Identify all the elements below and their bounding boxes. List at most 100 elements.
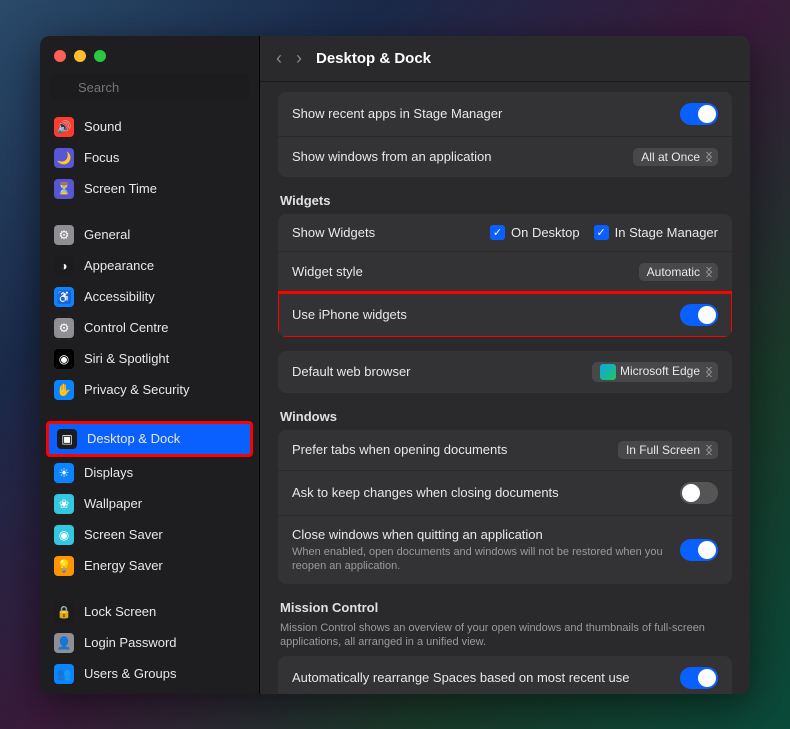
toggle-ask-keep-changes[interactable] (680, 482, 718, 504)
toggle-use-iphone-widgets[interactable] (680, 304, 718, 326)
sidebar-item-label: Screen Saver (84, 527, 163, 542)
sidebar-item-label: Focus (84, 150, 119, 165)
stage-manager-panel: Show recent apps in Stage Manager Show w… (278, 92, 732, 177)
back-button[interactable]: ‹ (276, 48, 282, 69)
sidebar-item-control-centre[interactable]: ⚙ Control Centre (46, 313, 253, 343)
sidebar-item-lock-screen[interactable]: 🔒 Lock Screen (46, 597, 253, 627)
select-prefer-tabs[interactable]: In Full Screen (618, 441, 718, 459)
sidebar-icon: ⚙ (54, 318, 74, 338)
sidebar-icon: 👥 (54, 664, 74, 684)
row-show-widgets: Show Widgets ✓ On Desktop ✓ In Stage Man… (278, 214, 732, 252)
checkbox-in-stage-manager[interactable]: ✓ (594, 225, 609, 240)
sidebar-item-accessibility[interactable]: ♿Accessibility (46, 282, 253, 312)
header: ‹ › Desktop & Dock (260, 36, 750, 82)
section-windows-title: Windows (280, 409, 732, 424)
sidebar-icon: ♿ (54, 287, 74, 307)
label-default-browser: Default web browser (292, 364, 582, 379)
sidebar-icon: ⚙ (54, 225, 74, 245)
sidebar-item-privacy-security[interactable]: ✋Privacy & Security (46, 375, 253, 405)
sidebar-item-focus[interactable]: 🌙 Focus (46, 143, 253, 173)
sidebar-icon: 🔒 (54, 602, 74, 622)
sidebar-icon: ☀ (54, 463, 74, 483)
select-windows-from-app[interactable]: All at Once (633, 148, 718, 166)
sidebar-item-energy-saver[interactable]: 💡Energy Saver (46, 551, 253, 581)
sidebar-item-login-password[interactable]: 👤 Login Password (46, 628, 253, 658)
sidebar-item-wallpaper[interactable]: ❀ Wallpaper (46, 489, 253, 519)
zoom-window-button[interactable] (94, 50, 106, 62)
row-prefer-tabs: Prefer tabs when opening documents In Fu… (278, 430, 732, 471)
sidebar-item-general[interactable]: ⚙ General (46, 220, 253, 250)
label-auto-rearrange: Automatically rearrange Spaces based on … (292, 670, 670, 685)
sidebar-icon: ◉ (54, 349, 74, 369)
row-use-iphone-widgets: Use iPhone widgets (278, 293, 732, 337)
sidebar-list[interactable]: 🔊 Sound 🌙 Focus ⏳ Screen Time ⚙ General ◑Appeara… (40, 111, 259, 694)
sidebar-icon: ❀ (54, 494, 74, 514)
main-panel: ‹ › Desktop & Dock Show recent apps in S… (260, 36, 750, 694)
sidebar-icon: ◑ (54, 256, 74, 276)
sidebar-item-label: General (84, 227, 130, 242)
select-default-browser[interactable]: Microsoft Edge (592, 362, 718, 382)
toggle-show-recent-apps[interactable] (680, 103, 718, 125)
label-show-widgets: Show Widgets (292, 225, 480, 240)
sidebar-item-users-groups[interactable]: 👥Users & Groups (46, 659, 253, 689)
row-windows-from-app: Show windows from an application All at … (278, 137, 732, 177)
label-in-stage-manager: In Stage Manager (615, 225, 718, 240)
page-title: Desktop & Dock (316, 50, 431, 67)
sidebar-item-label: Privacy & Security (84, 382, 189, 397)
forward-button[interactable]: › (296, 48, 302, 69)
label-ask-keep-changes: Ask to keep changes when closing documen… (292, 485, 670, 500)
sidebar-icon: 🔊 (54, 117, 74, 137)
sidebar-icon: ◉ (54, 525, 74, 545)
sidebar-item-displays[interactable]: ☀ Displays (46, 458, 253, 488)
minimize-window-button[interactable] (74, 50, 86, 62)
sidebar: ⌕ 🔊Sound🌙Focus⏳Screen Time⚙General◑Appea… (40, 36, 260, 694)
row-ask-keep-changes: Ask to keep changes when closing documen… (278, 471, 732, 516)
sidebar-item-label: Displays (84, 465, 133, 480)
checkbox-on-desktop[interactable]: ✓ (490, 225, 505, 240)
content-scroll[interactable]: Show recent apps in Stage Manager Show w… (260, 82, 750, 694)
edge-icon (600, 364, 616, 380)
sidebar-item-label: Lock Screen (84, 604, 156, 619)
system-settings-window: ⌕ 🔊Sound🌙Focus⏳Screen Time⚙General◑Appea… (40, 36, 750, 694)
row-default-browser: Default web browser Microsoft Edge (278, 351, 732, 393)
sidebar-item-label: Control Centre (84, 320, 169, 335)
section-mission-title: Mission Control (280, 600, 732, 615)
sub-close-windows-quit: When enabled, open documents and windows… (292, 545, 670, 574)
widgets-panel: Show Widgets ✓ On Desktop ✓ In Stage Man… (278, 214, 732, 337)
section-widgets-title: Widgets (280, 193, 732, 208)
sidebar-item-sound[interactable]: 🔊 Sound (46, 112, 253, 142)
label-show-recent-apps: Show recent apps in Stage Manager (292, 106, 670, 121)
row-auto-rearrange: Automatically rearrange Spaces based on … (278, 656, 732, 694)
row-close-windows-quit: Close windows when quitting an applicati… (278, 516, 732, 585)
sidebar-item-label: Desktop & Dock (87, 431, 180, 446)
browser-panel: Default web browser Microsoft Edge (278, 351, 732, 393)
sidebar-item-label: Siri & Spotlight (84, 351, 169, 366)
sidebar-item-screen-time[interactable]: ⏳ Screen Time (46, 174, 253, 204)
sidebar-item-label: Sound (84, 119, 122, 134)
windows-panel: Prefer tabs when opening documents In Fu… (278, 430, 732, 585)
search-input[interactable] (50, 74, 249, 101)
sidebar-icon: 🌙 (54, 148, 74, 168)
sidebar-item-siri-spotlight[interactable]: ◉ Siri & Spotlight (46, 344, 253, 374)
sidebar-item-label: Login Password (84, 635, 177, 650)
sidebar-item-label: Wallpaper (84, 496, 142, 511)
label-on-desktop: On Desktop (511, 225, 580, 240)
sidebar-item-screen-saver[interactable]: ◉ Screen Saver (46, 520, 253, 550)
toggle-auto-rearrange[interactable] (680, 667, 718, 689)
mission-panel: Automatically rearrange Spaces based on … (278, 656, 732, 694)
sidebar-item-desktop-dock[interactable]: ▣ Desktop & Dock (46, 421, 253, 457)
toggle-close-windows-quit[interactable] (680, 539, 718, 561)
label-prefer-tabs: Prefer tabs when opening documents (292, 442, 608, 457)
window-controls (40, 36, 259, 70)
sidebar-item-label: Screen Time (84, 181, 157, 196)
sidebar-icon: ⏳ (54, 179, 74, 199)
sidebar-icon: 👤 (54, 633, 74, 653)
sidebar-icon: ▣ (57, 429, 77, 449)
label-windows-from-app: Show windows from an application (292, 149, 623, 164)
close-window-button[interactable] (54, 50, 66, 62)
sidebar-icon: 💡 (54, 556, 74, 576)
label-use-iphone-widgets: Use iPhone widgets (292, 307, 670, 322)
select-widget-style[interactable]: Automatic (639, 263, 718, 281)
section-mission-sub: Mission Control shows an overview of you… (280, 621, 730, 650)
sidebar-item-appearance[interactable]: ◑Appearance (46, 251, 253, 281)
